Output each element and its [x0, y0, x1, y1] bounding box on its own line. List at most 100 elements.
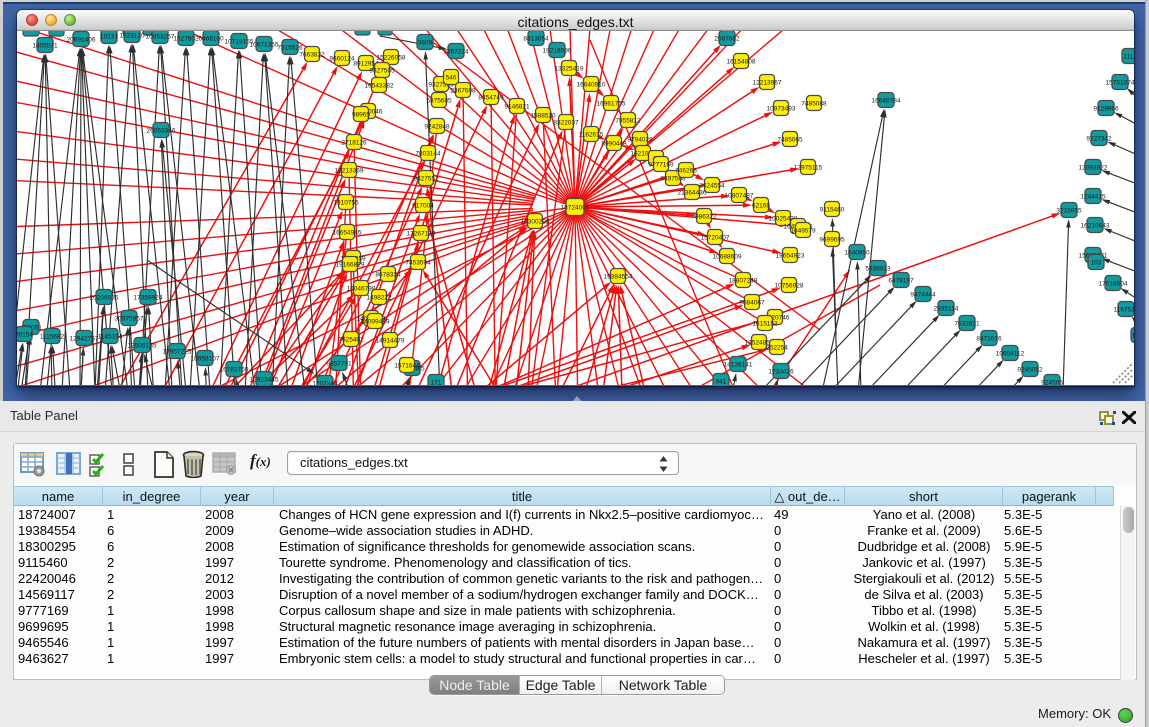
svg-text:171: 171 [431, 380, 442, 386]
svg-text:8471676: 8471676 [976, 336, 1002, 343]
svg-text:7625402: 7625402 [338, 337, 364, 344]
svg-text:1145194: 1145194 [98, 334, 123, 341]
svg-text:9084067: 9084067 [739, 300, 765, 307]
svg-text:10688609: 10688609 [713, 254, 742, 261]
svg-text:16648784: 16648784 [872, 98, 901, 105]
svg-text:1588520: 1588520 [530, 113, 556, 120]
svg-text:19166829: 19166829 [336, 262, 365, 269]
svg-text:917004: 917004 [412, 203, 434, 210]
svg-text:1244415: 1244415 [1080, 194, 1106, 201]
svg-text:10973493: 10973493 [767, 106, 796, 113]
svg-text:16961755: 16961755 [597, 101, 626, 108]
svg-text:15226058: 15226058 [377, 55, 406, 62]
svg-text:1640950: 1640950 [844, 250, 870, 257]
svg-text:9146821: 9146821 [504, 104, 530, 111]
svg-text:98965: 98965 [352, 112, 370, 119]
svg-text:9777169: 9777169 [648, 162, 674, 169]
svg-text:746266: 746266 [675, 168, 697, 175]
svg-text:9242848: 9242848 [424, 124, 450, 131]
svg-text:10231: 10231 [100, 34, 118, 41]
svg-text:1060: 1060 [1132, 333, 1134, 340]
svg-text:16154808: 16154808 [727, 59, 756, 66]
svg-text:1649579: 1649579 [790, 228, 816, 235]
svg-text:1115682: 1115682 [40, 334, 65, 341]
svg-text:7453594: 7453594 [405, 260, 431, 267]
svg-text:1498222: 1498222 [366, 295, 392, 302]
svg-text:1733426: 1733426 [768, 369, 794, 376]
svg-text:9227342: 9227342 [1086, 136, 1112, 143]
svg-text:941: 941 [716, 379, 727, 386]
svg-text:7803144: 7803144 [415, 151, 441, 158]
svg-text:16654945: 16654945 [333, 230, 362, 237]
svg-text:30975857: 30975857 [115, 316, 144, 323]
svg-text:1162615: 1162615 [579, 132, 604, 139]
svg-text:8990448: 8990448 [601, 141, 627, 148]
svg-text:3215955: 3215955 [1056, 208, 1082, 215]
svg-text:5875685: 5875685 [426, 98, 452, 105]
svg-text:17359924: 17359924 [134, 295, 163, 302]
svg-text:252254: 252254 [766, 345, 788, 352]
svg-text:21364436: 21364436 [678, 190, 707, 197]
svg-text:1023120: 1023120 [119, 33, 145, 40]
svg-text:1527602: 1527602 [173, 36, 199, 43]
svg-text:7357224: 7357224 [443, 49, 469, 56]
svg-text:1202344: 1202344 [312, 381, 338, 386]
svg-text:16640910: 16640910 [577, 82, 606, 89]
svg-text:18724007: 18724007 [561, 205, 590, 212]
svg-text:15720407: 15720407 [701, 235, 730, 242]
svg-text:7485065: 7485065 [777, 137, 803, 144]
svg-text:8678334: 8678334 [375, 272, 401, 279]
svg-text:6479197: 6479197 [888, 278, 914, 285]
svg-text:12975115: 12975115 [794, 165, 823, 172]
svg-text:9857791: 9857791 [326, 361, 352, 368]
svg-text:12213967: 12213967 [753, 80, 782, 87]
svg-text:1167531: 1167531 [1114, 307, 1134, 314]
svg-text:20691406: 20691406 [67, 37, 96, 44]
svg-text:2367608: 2367608 [450, 88, 476, 95]
svg-text:9827505: 9827505 [369, 68, 395, 75]
svg-text:546: 546 [446, 75, 457, 82]
svg-text:7485088: 7485088 [801, 101, 827, 108]
svg-text:3624554: 3624554 [699, 183, 725, 190]
svg-text:924505: 924505 [1041, 380, 1063, 386]
svg-text:15751074: 15751074 [1106, 80, 1134, 87]
svg-text:7986322: 7986322 [691, 214, 717, 221]
svg-text:9794028: 9794028 [627, 137, 653, 144]
svg-text:9660124: 9660124 [329, 56, 355, 63]
svg-text:20206535: 20206535 [90, 295, 119, 302]
svg-text:2718126: 2718126 [341, 140, 367, 147]
svg-text:17016504: 17016504 [1099, 281, 1128, 288]
svg-text:19384554: 19384554 [604, 274, 633, 281]
svg-text:13267130: 13267130 [407, 231, 436, 238]
svg-text:1571644: 1571644 [394, 363, 420, 370]
svg-text:103: 103 [1091, 260, 1102, 267]
svg-text:9129966: 9129966 [1093, 106, 1119, 113]
svg-text:19654923: 19654923 [776, 253, 805, 260]
svg-text:9474444: 9474444 [910, 292, 936, 299]
svg-text:1112: 1112 [1123, 54, 1134, 61]
svg-text:7663822: 7663822 [299, 52, 325, 59]
svg-text:14136141: 14136141 [724, 362, 753, 369]
svg-text:13325419: 13325419 [555, 66, 584, 73]
svg-text:8322037: 8322037 [553, 120, 579, 127]
svg-text:10654112: 10654112 [996, 351, 1025, 358]
svg-text:12505135: 12505135 [128, 343, 157, 350]
svg-text:7632621: 7632621 [954, 321, 980, 328]
svg-text:62160: 62160 [752, 203, 770, 210]
svg-text:12942757: 12942757 [70, 336, 99, 343]
svg-text:10853257: 10853257 [146, 34, 175, 41]
svg-text:10756928: 10756928 [775, 283, 804, 290]
svg-text:14099489: 14099489 [361, 319, 390, 326]
svg-text:3809: 3809 [418, 40, 433, 47]
svg-text:16210643: 16210643 [1081, 223, 1110, 230]
svg-text:9115460: 9115460 [820, 207, 845, 214]
svg-text:7515526: 7515526 [277, 45, 303, 52]
svg-text:10958107: 10958107 [191, 356, 220, 363]
svg-text:12093822: 12093822 [1079, 165, 1108, 172]
svg-text:18807249: 18807249 [729, 278, 758, 285]
svg-text:1010755: 1010755 [333, 200, 359, 207]
svg-text:12923445: 12923445 [250, 377, 279, 384]
svg-text:1615152: 1615152 [752, 321, 778, 328]
svg-text:6466160: 6466160 [198, 36, 224, 43]
svg-text:1405571: 1405571 [32, 43, 58, 50]
